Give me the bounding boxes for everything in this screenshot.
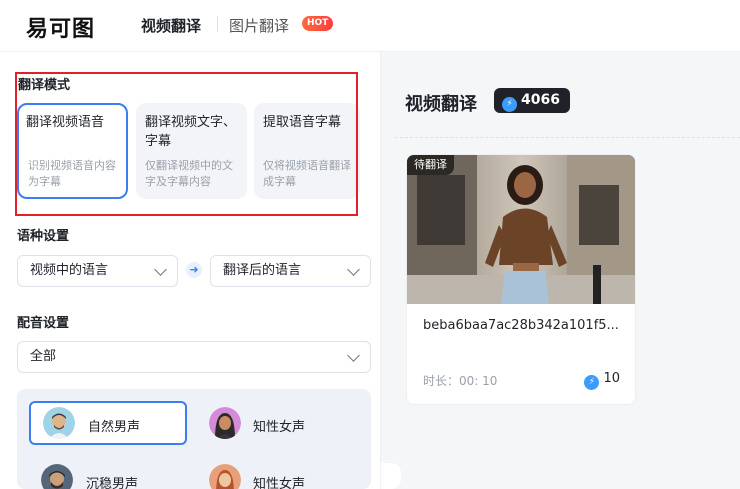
- source-language-select[interactable]: 视频中的语言: [17, 255, 178, 287]
- avatar: [209, 407, 241, 439]
- app-logo[interactable]: 易可图: [26, 11, 95, 43]
- collapse-tab[interactable]: [381, 463, 401, 489]
- target-language-value: 翻译后的语言: [223, 263, 302, 278]
- voice-option-natural-male[interactable]: 自然男声: [29, 401, 187, 445]
- avatar: [41, 464, 73, 489]
- dashed-divider: [395, 137, 740, 138]
- chevron-down-icon: [347, 263, 360, 276]
- dubbing-filter-value: 全部: [30, 349, 57, 364]
- top-header: 易可图 视频翻译 图片翻译 HOT: [0, 0, 740, 52]
- voice-option-steady-male[interactable]: 沉稳男声: [29, 458, 187, 489]
- dubbing-settings-title: 配音设置: [17, 316, 70, 331]
- credit-balance: ⚡ 4066: [494, 88, 570, 113]
- video-thumbnail[interactable]: 待翻译: [407, 155, 635, 304]
- nav-tab-video-translate[interactable]: 视频翻译: [141, 15, 201, 36]
- video-filename: beba6baa7ac28b342a101f5...: [423, 318, 619, 333]
- voice-label: 沉稳男声: [86, 477, 139, 489]
- voice-label: 知性女声: [253, 477, 306, 489]
- chevron-down-icon: [154, 263, 167, 276]
- cost-value: 10: [603, 371, 620, 386]
- chevron-down-icon: [347, 349, 360, 362]
- nav-tab-image-translate[interactable]: 图片翻译: [229, 15, 289, 36]
- video-cost: ⚡ 10: [584, 371, 620, 390]
- avatar: [209, 464, 241, 489]
- credit-count: 4066: [521, 92, 560, 108]
- hot-badge: HOT: [302, 16, 334, 31]
- language-settings-title: 语种设置: [17, 229, 70, 244]
- mode-highlight-box: [15, 72, 358, 216]
- avatar: [43, 407, 75, 439]
- target-language-select[interactable]: 翻译后的语言: [210, 255, 371, 287]
- voice-option-intellectual-female-2[interactable]: 知性女声: [197, 458, 355, 489]
- video-duration: 时长：00: 10: [423, 374, 498, 388]
- source-language-value: 视频中的语言: [30, 263, 109, 278]
- dubbing-filter-select[interactable]: 全部: [17, 341, 371, 373]
- voice-option-intellectual-female[interactable]: 知性女声: [197, 401, 355, 445]
- video-card[interactable]: 待翻译 beba6baa7ac28b342a101f5... 时长：00: 10…: [406, 154, 636, 405]
- nav-divider: [217, 16, 218, 32]
- voice-label: 知性女声: [253, 420, 306, 435]
- lightning-icon: ⚡: [502, 97, 517, 112]
- status-badge: 待翻译: [407, 155, 454, 175]
- voice-label: 自然男声: [88, 420, 141, 435]
- results-title: 视频翻译: [405, 94, 477, 115]
- lightning-icon: ⚡: [584, 375, 600, 390]
- arrow-right-icon: ➜: [186, 262, 202, 278]
